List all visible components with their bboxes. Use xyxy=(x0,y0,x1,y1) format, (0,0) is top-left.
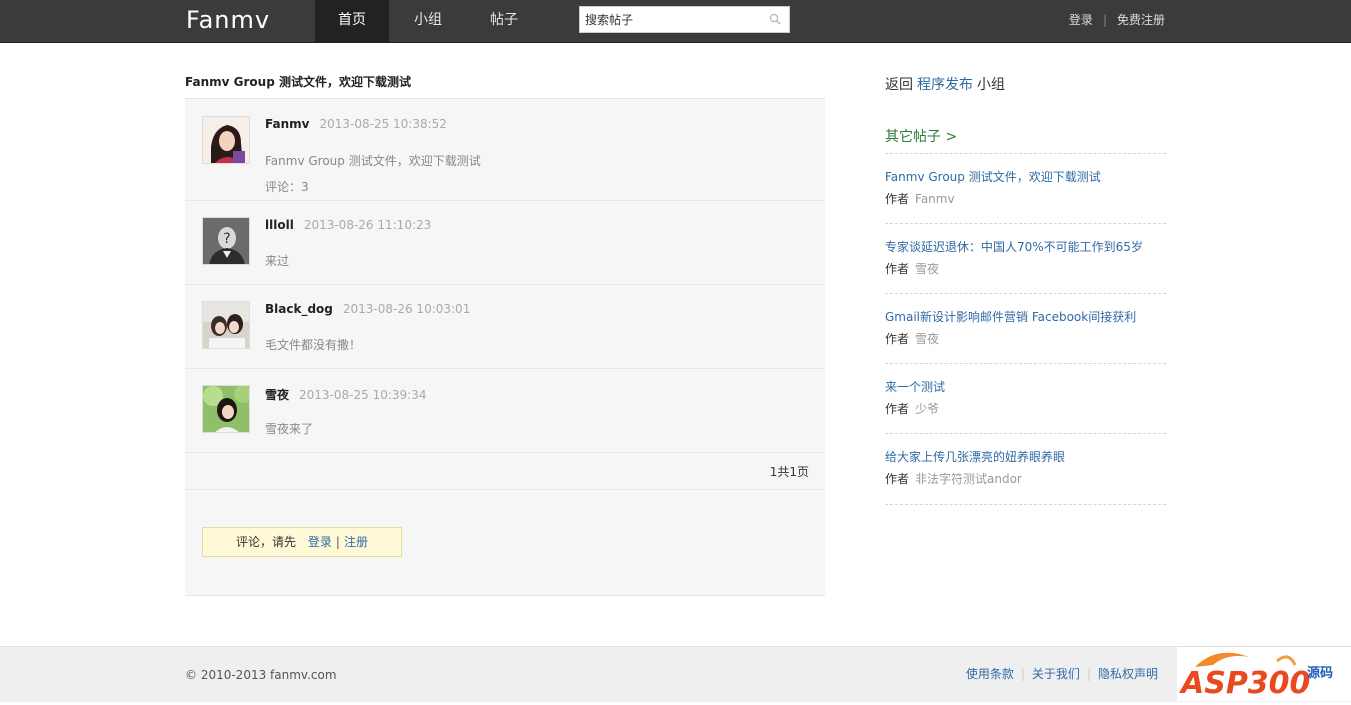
post-link[interactable]: 专家谈延迟退休：中国人70%不可能工作到65岁 xyxy=(885,238,1143,255)
post-author: 作者 雪夜 xyxy=(885,330,939,347)
comment-register-link[interactable]: 注册 xyxy=(344,535,368,549)
comment-login-prompt: 评论，请先 登录 | 注册 xyxy=(202,527,402,557)
reply-body: 毛文件都没有撒！ xyxy=(265,338,362,352)
privacy-link[interactable]: 隐私权声明 xyxy=(1098,667,1158,681)
other-posts-heading[interactable]: 其它帖子 > xyxy=(885,126,957,146)
avatar[interactable] xyxy=(202,385,250,433)
list-item: 专家谈延迟退休：中国人70%不可能工作到65岁 作者 雪夜 xyxy=(885,223,1166,294)
back-suffix: 小组 xyxy=(977,77,1005,93)
comment-prompt-text: 评论，请先 xyxy=(236,535,297,549)
site-logo[interactable]: Fanmv xyxy=(186,5,270,37)
terms-link[interactable]: 使用条款 xyxy=(966,667,1014,681)
reply-body: Fanmv Group 测试文件，欢迎下载测试 xyxy=(265,154,481,168)
pager-row: 1共1页 xyxy=(185,452,825,490)
watermark-logo: ASP300 源码 xyxy=(1177,647,1351,701)
author-value: 少爷 xyxy=(915,402,940,416)
back-prefix: 返回 xyxy=(885,77,913,93)
user-links: 登录 | 免费注册 xyxy=(1069,0,1165,42)
post-link[interactable]: Gmail新设计影响邮件营销 Facebook间接获利 xyxy=(885,308,1136,325)
reply-time: 2013-08-26 10:03:01 xyxy=(342,302,471,316)
nav-home[interactable]: 首页 xyxy=(315,0,389,42)
avatar[interactable]: ? xyxy=(202,217,250,265)
separator: | xyxy=(1102,13,1107,27)
post-link[interactable]: Fanmv Group 测试文件，欢迎下载测试 xyxy=(885,168,1101,185)
reply-time: 2013-08-25 10:38:52 xyxy=(319,117,447,131)
svg-text:源码: 源码 xyxy=(1307,665,1333,681)
svg-text:ASP300: ASP300 xyxy=(1179,666,1310,701)
author-name[interactable]: Black_dog xyxy=(265,302,333,316)
post-link[interactable]: 来一个测试 xyxy=(885,378,945,395)
divider: | xyxy=(1086,667,1091,681)
reply-author: Black_dog 2013-08-26 10:03:01 xyxy=(265,302,470,316)
list-item: Fanmv Group 测试文件，欢迎下载测试 作者 Fanmv xyxy=(885,153,1166,224)
about-link[interactable]: 关于我们 xyxy=(1032,667,1080,681)
svg-text:?: ? xyxy=(223,231,230,247)
avatar[interactable] xyxy=(202,301,250,349)
copyright: © 2010-2013 fanmv.com xyxy=(185,668,337,682)
search-input[interactable] xyxy=(580,7,765,32)
author-name[interactable]: 雪夜 xyxy=(265,388,289,402)
footer: © 2010-2013 fanmv.com 使用条款 | 关于我们 | 隐私权声明 xyxy=(0,646,1351,702)
post-author: 作者 雪夜 xyxy=(885,260,939,277)
top-nav-bar: Fanmv 首页 小组 帖子 登录 | 免费注册 xyxy=(0,0,1351,43)
author-value: 非法字符测试andor xyxy=(915,472,1022,486)
nav-groups[interactable]: 小组 xyxy=(397,0,459,42)
author-value: 雪夜 xyxy=(915,332,940,346)
reply-item: Black_dog 2013-08-26 10:03:01 毛文件都没有撒！ xyxy=(185,284,825,369)
post-author: 作者 Fanmv xyxy=(885,190,955,207)
post-title: Fanmv Group 测试文件，欢迎下载测试 xyxy=(185,75,411,89)
divider: | xyxy=(1020,667,1025,681)
author-label: 作者 xyxy=(885,402,910,416)
reply-author: 雪夜 2013-08-25 10:39:34 xyxy=(265,386,426,403)
comment-count: 评论：3 xyxy=(265,180,309,194)
author-label: 作者 xyxy=(885,262,910,276)
list-item: 给大家上传几张漂亮的妞养眼养眼 作者 非法字符测试andor xyxy=(885,433,1166,505)
search-icon[interactable] xyxy=(769,13,781,25)
group-link[interactable]: 程序发布 xyxy=(917,77,973,93)
reply-time: 2013-08-26 11:10:23 xyxy=(303,218,432,232)
nav-posts[interactable]: 帖子 xyxy=(473,0,535,42)
pager[interactable]: 1共1页 xyxy=(770,463,809,480)
reply-item: 雪夜 2013-08-25 10:39:34 雪夜来了 xyxy=(185,368,825,453)
author-label: 作者 xyxy=(885,332,910,346)
search-box xyxy=(579,6,790,33)
reply-body: 来过 xyxy=(265,254,290,268)
author-name[interactable]: llloll xyxy=(265,218,294,232)
back-to-group: 返回 程序发布 小组 xyxy=(885,74,1005,94)
reply-author: Fanmv 2013-08-25 10:38:52 xyxy=(265,117,447,131)
author-label: 作者 xyxy=(885,472,910,486)
register-link[interactable]: 免费注册 xyxy=(1117,13,1165,27)
author-name[interactable]: Fanmv xyxy=(265,117,309,131)
post-link[interactable]: 给大家上传几张漂亮的妞养眼养眼 xyxy=(885,448,1065,465)
reply-time: 2013-08-25 10:39:34 xyxy=(299,388,427,402)
login-link[interactable]: 登录 xyxy=(1069,13,1093,27)
author-value: 雪夜 xyxy=(915,262,940,276)
list-item: 来一个测试 作者 少爷 xyxy=(885,363,1166,434)
avatar[interactable] xyxy=(202,116,250,164)
author-value: Fanmv xyxy=(915,192,955,206)
post-author: 作者 少爷 xyxy=(885,400,939,417)
reply-body: 雪夜来了 xyxy=(265,422,314,436)
post-author: 作者 非法字符测试andor xyxy=(885,470,1022,487)
comment-separator: | xyxy=(335,535,340,549)
author-label: 作者 xyxy=(885,192,910,206)
thread-panel: Fanmv 2013-08-25 10:38:52 Fanmv Group 测试文… xyxy=(185,98,825,596)
list-item: Gmail新设计影响邮件营销 Facebook间接获利 作者 雪夜 xyxy=(885,293,1166,364)
comment-login-link[interactable]: 登录 xyxy=(308,535,332,549)
footer-links: 使用条款 | 关于我们 | 隐私权声明 xyxy=(966,665,1158,682)
reply-item: Fanmv 2013-08-25 10:38:52 Fanmv Group 测试文… xyxy=(185,99,825,201)
reply-item: ? llloll 2013-08-26 11:10:23 来过 xyxy=(185,200,825,285)
reply-author: llloll 2013-08-26 11:10:23 xyxy=(265,218,431,232)
